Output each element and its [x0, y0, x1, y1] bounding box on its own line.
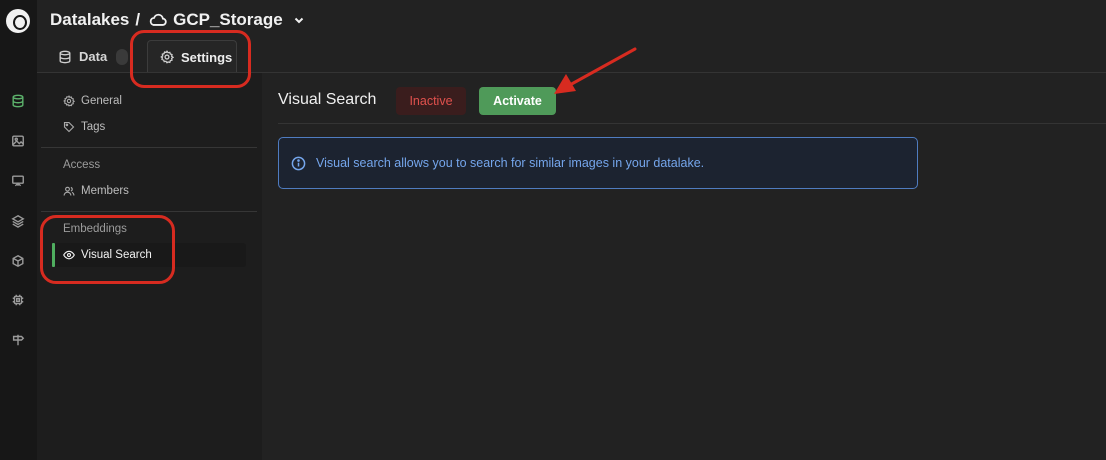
breadcrumb-datalake-name[interactable]: GCP_Storage: [173, 10, 283, 30]
sidebar-divider: [41, 211, 257, 212]
sidebar-item-members[interactable]: Members: [63, 182, 129, 200]
cloud-icon: [149, 13, 167, 26]
chip-icon[interactable]: [9, 291, 27, 309]
status-badge: Inactive: [396, 87, 466, 115]
info-alert: Visual search allows you to search for s…: [278, 137, 918, 189]
tab-data-badge: [116, 48, 129, 65]
breadcrumb-datalakes[interactable]: Datalakes: [50, 10, 129, 30]
breadcrumb-separator: /: [135, 10, 141, 29]
sidebar-item-label: General: [81, 95, 122, 107]
gear-icon: [63, 95, 75, 107]
sidebar-item-label: Tags: [81, 121, 106, 133]
info-icon: [291, 156, 306, 170]
info-alert-text: Visual search allows you to search for s…: [316, 156, 705, 170]
sidebar-item-general[interactable]: General: [63, 92, 122, 110]
tag-icon: [63, 121, 75, 133]
users-icon: [63, 186, 75, 196]
annotation-circle-settings: [130, 30, 251, 88]
page-title: Visual Search: [278, 91, 377, 108]
image-icon[interactable]: [9, 132, 27, 150]
annotation-circle-visual-search: [40, 215, 175, 284]
chevron-down-icon[interactable]: [293, 14, 305, 26]
tab-data-label: Data: [79, 49, 108, 64]
signpost-icon[interactable]: [9, 331, 27, 349]
title-divider: [278, 123, 1106, 124]
package-icon[interactable]: [9, 252, 27, 270]
breadcrumb: Datalakes / GCP_Storage: [50, 9, 305, 31]
app-rail: [0, 0, 37, 460]
presentation-icon[interactable]: [9, 172, 27, 190]
database-icon: [59, 50, 71, 63]
sidebar-item-tags[interactable]: Tags: [63, 118, 105, 136]
app-logo[interactable]: [6, 9, 30, 33]
sidebar-item-label: Members: [81, 185, 129, 197]
database-icon[interactable]: [9, 92, 27, 110]
annotation-arrow: [554, 47, 637, 94]
tab-data[interactable]: Data: [58, 40, 129, 73]
sidebar-section-access: Access: [63, 159, 101, 171]
layers-icon[interactable]: [9, 212, 27, 230]
sidebar-divider: [41, 147, 257, 148]
